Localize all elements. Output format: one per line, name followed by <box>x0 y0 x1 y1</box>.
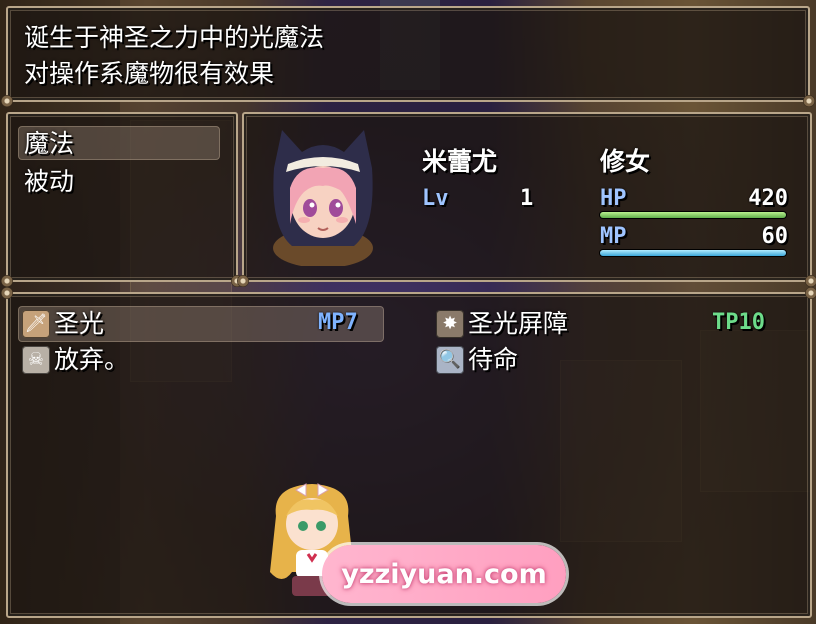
tp-value: 10 <box>738 310 766 335</box>
watermark-text: yzziyuan.com <box>341 558 547 590</box>
actor-portrait <box>273 130 373 266</box>
category-item-magic[interactable]: 魔法 <box>24 126 74 162</box>
magnifier-icon: 🔍 <box>436 346 464 374</box>
tp-display: TP10 <box>712 310 765 335</box>
help-line-1: 诞生于神圣之力中的光魔法 <box>24 23 325 52</box>
mp-label: MP <box>600 224 627 249</box>
window-corner-ornament <box>805 275 816 287</box>
window-corner-ornament <box>1 95 13 107</box>
skull-icon: ☠ <box>22 346 50 374</box>
window-corner-ornament <box>1 275 13 287</box>
skill-name: 圣光屏障 <box>468 309 569 338</box>
actor-status-window: 米蕾尤 修女 Lv 1 HP 420 MP 60 <box>237 112 816 287</box>
mp-gauge <box>600 250 786 256</box>
skill-cost: MP7 <box>318 310 358 335</box>
window-corner-ornament <box>803 95 815 107</box>
hp-gauge-fill <box>600 212 786 218</box>
window-corner-ornament <box>237 275 249 287</box>
mp-gauge-fill <box>600 250 786 256</box>
help-line-2: 对操作系魔物很有效果 <box>24 59 275 88</box>
holy-light-icon: 🗡 <box>22 310 50 338</box>
skill-name: 放弃。 <box>54 345 130 374</box>
level-label: Lv <box>422 186 449 211</box>
holy-barrier-icon: ✸ <box>436 310 464 338</box>
hp-label: HP <box>600 186 627 211</box>
category-item-passive[interactable]: 被动 <box>24 164 74 200</box>
hp-value: 420 <box>748 186 788 211</box>
level-value: 1 <box>520 186 534 211</box>
skill-type-window: 魔法 被动 <box>1 112 243 287</box>
actor-class: 修女 <box>600 147 651 176</box>
tp-label: TP <box>712 310 739 335</box>
window-corner-ornament <box>1 287 13 299</box>
actor-name: 米蕾尤 <box>422 147 498 176</box>
mp-value: 60 <box>761 224 789 249</box>
help-window: 诞生于神圣之力中的光魔法 对操作系魔物很有效果 <box>1 6 815 107</box>
window-corner-ornament <box>805 287 816 299</box>
skill-name: 待命 <box>468 345 519 374</box>
hp-gauge <box>600 212 786 218</box>
watermark-badge: yzziyuan.com <box>322 545 566 603</box>
skill-name: 圣光 <box>54 309 105 338</box>
